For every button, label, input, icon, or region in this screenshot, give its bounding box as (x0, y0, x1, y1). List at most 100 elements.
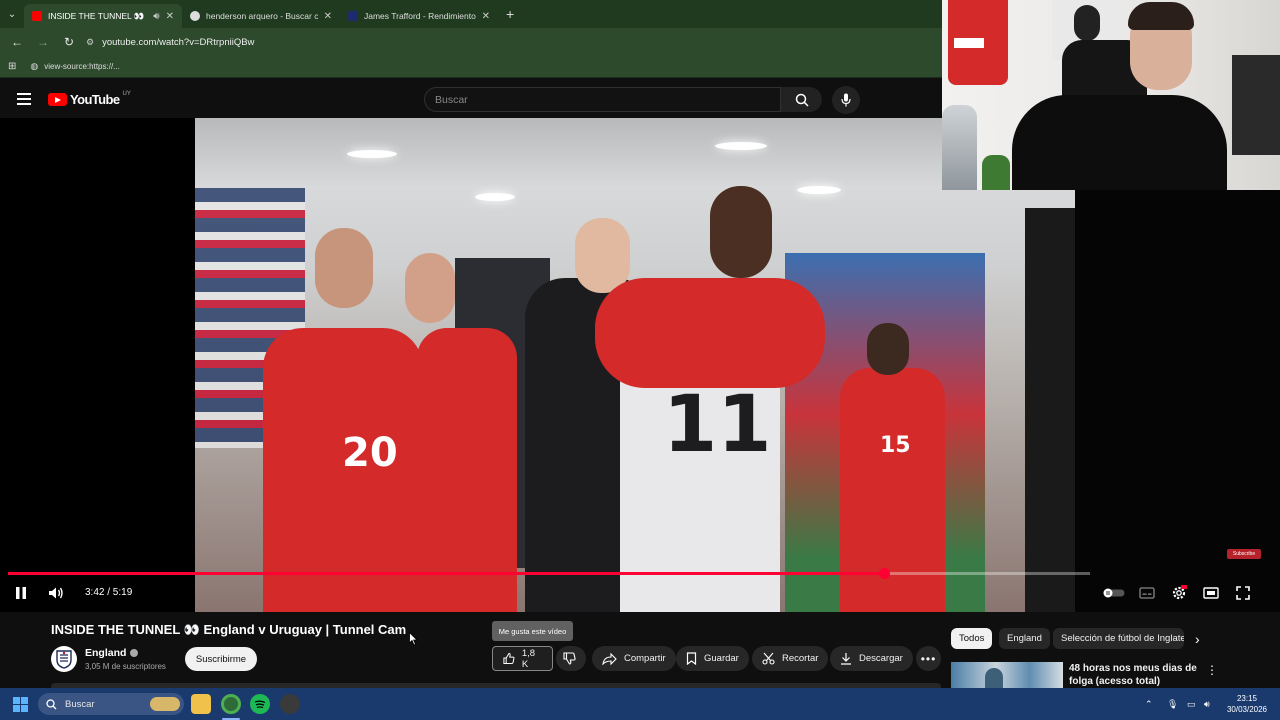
forward-arrow-icon[interactable]: → (32, 31, 54, 53)
subtitles-button[interactable] (1138, 584, 1156, 602)
search-button[interactable] (781, 87, 822, 112)
related-video-title[interactable]: 48 horas nos meus dias de folga (acesso … (1069, 662, 1199, 688)
thumbnail-figure (985, 668, 1003, 688)
player-19 (417, 328, 517, 612)
chip-all[interactable]: Todos (951, 628, 993, 649)
youtube-logo[interactable]: YouTube UY (48, 91, 131, 107)
obs-studio-icon[interactable] (280, 694, 300, 714)
time-display: 3:42 / 5:19 (85, 587, 133, 598)
like-button[interactable]: 1,8 K (492, 646, 553, 671)
chrome-browser-icon[interactable] (221, 694, 241, 714)
like-tooltip: Me gusta este vídeo (492, 621, 573, 641)
taskbar-search-label: Buscar (65, 698, 95, 710)
related-video-thumbnail[interactable] (951, 662, 1063, 688)
tray-overflow-icon[interactable]: ⌃ (1145, 688, 1153, 720)
save-label: Guardar (704, 653, 739, 664)
close-icon[interactable]: ✕ (166, 11, 174, 22)
thumbs-down-icon (563, 652, 576, 665)
shirt-number: 15 (880, 433, 911, 458)
fullscreen-button[interactable] (1234, 584, 1252, 602)
channel-avatar[interactable] (51, 646, 77, 672)
logo-wordmark: YouTube (70, 92, 120, 107)
google-favicon-icon (190, 11, 200, 21)
progress-played (8, 572, 885, 575)
site-info-icon[interactable]: ⚙ (86, 37, 94, 48)
download-button[interactable]: Descargar (830, 646, 913, 671)
menu-hamburger-icon[interactable] (17, 93, 31, 105)
tab-title: James Trafford - Rendimiento p (364, 11, 476, 21)
volume-tray-icon[interactable]: 🔊︎ (1204, 688, 1210, 720)
search-placeholder: Buscar (435, 93, 468, 106)
subscribe-button[interactable]: Suscribirme (185, 647, 257, 671)
gear-icon (1172, 585, 1187, 600)
ceiling-light (715, 142, 767, 150)
globe-icon: ◍ (30, 61, 39, 71)
more-horizontal-icon: ••• (920, 651, 937, 666)
more-actions-button[interactable]: ••• (916, 646, 941, 671)
save-button[interactable]: Guardar (676, 646, 749, 671)
pause-button[interactable] (12, 584, 30, 602)
url-field[interactable]: ⚙ youtube.com/watch?v=DRtrpniiQBw (86, 37, 254, 48)
reload-icon[interactable]: ↻ (58, 31, 80, 53)
video-title: INSIDE THE TUNNEL 👀 England v Uruguay | … (51, 622, 407, 637)
speaker-icon[interactable]: 🔊︎ (153, 11, 159, 22)
volume-icon (49, 587, 63, 599)
apps-grid-icon[interactable]: ⊞ (8, 61, 16, 72)
ceiling-light (347, 150, 397, 158)
settings-button[interactable] (1170, 584, 1188, 602)
chevron-right-icon[interactable]: › (1195, 631, 1200, 647)
tab-trafford-stats[interactable]: James Trafford - Rendimiento p ✕ (340, 4, 498, 28)
share-button[interactable]: Compartir (592, 646, 676, 671)
video-frame: 20 11 15 (195, 118, 1075, 612)
taskbar-search-box[interactable]: Buscar (38, 693, 184, 715)
tab-google-search[interactable]: henderson arquero - Buscar co ✕ (182, 4, 340, 28)
jersey-sponsor (954, 38, 984, 48)
verified-badge-icon (130, 649, 139, 657)
player-head (315, 228, 373, 308)
network-icon[interactable]: ▭ (1187, 688, 1196, 720)
shirt-number: 11 (663, 380, 772, 470)
poster-figure (1074, 5, 1100, 41)
mouse-cursor-icon (409, 632, 418, 646)
pause-icon (16, 587, 26, 599)
bookmark-label: view-source:https://... (44, 62, 120, 71)
chip-england-team[interactable]: Selección de fútbol de Inglaterra (1053, 628, 1184, 649)
tab-search-chevron-icon[interactable]: ⌄ (0, 0, 24, 28)
system-clock[interactable]: 23:15 30/03/2026 (1222, 693, 1272, 715)
search-icon (46, 698, 57, 709)
volume-button[interactable] (47, 584, 65, 602)
microphone-tray-icon[interactable]: 🎙︎ (1167, 688, 1178, 720)
theater-mode-button[interactable] (1202, 584, 1220, 602)
share-arrow-icon (602, 652, 617, 665)
clip-button[interactable]: Recortar (752, 646, 829, 671)
autoplay-toggle[interactable] (1102, 584, 1126, 602)
streamer-webcam-overlay (942, 0, 1280, 190)
close-icon[interactable]: ✕ (482, 11, 490, 22)
progress-bar[interactable] (8, 568, 1090, 579)
video-player[interactable]: 20 11 15 3:42 / 5:19 (0, 118, 1280, 612)
thumbs-up-icon (503, 652, 515, 665)
dark-column (1025, 208, 1075, 612)
bookmark-item[interactable]: ◍ view-source:https://... (30, 61, 119, 72)
ceiling-light (475, 193, 515, 201)
windows-start-icon[interactable] (13, 697, 28, 712)
voice-search-button[interactable] (832, 86, 860, 114)
windows-taskbar: Buscar ⌃ 🎙︎ ▭ 🔊︎ 23:15 30/03/2026 (0, 688, 1280, 720)
channel-name[interactable]: England (85, 647, 139, 659)
england-crest-icon (56, 650, 72, 669)
close-icon[interactable]: ✕ (324, 11, 332, 22)
chip-england[interactable]: England (999, 628, 1050, 649)
new-tab-plus-icon[interactable]: + (498, 6, 522, 22)
spotify-icon[interactable] (250, 694, 270, 714)
clip-label: Recortar (782, 653, 819, 664)
dislike-button[interactable] (556, 646, 586, 671)
video-subscribe-watermark[interactable]: Subscribe (1227, 549, 1261, 559)
search-input[interactable]: Buscar (424, 87, 781, 112)
more-vertical-icon[interactable]: ⋮ (1206, 663, 1218, 677)
fullscreen-icon (1236, 586, 1250, 600)
tab-youtube[interactable]: INSIDE THE TUNNEL 👀 En 🔊︎ ✕ (24, 4, 182, 28)
shirt-number: 20 (342, 430, 398, 476)
channel-name-text: England (85, 647, 127, 659)
back-arrow-icon[interactable]: ← (6, 31, 28, 53)
file-explorer-icon[interactable] (191, 694, 211, 714)
